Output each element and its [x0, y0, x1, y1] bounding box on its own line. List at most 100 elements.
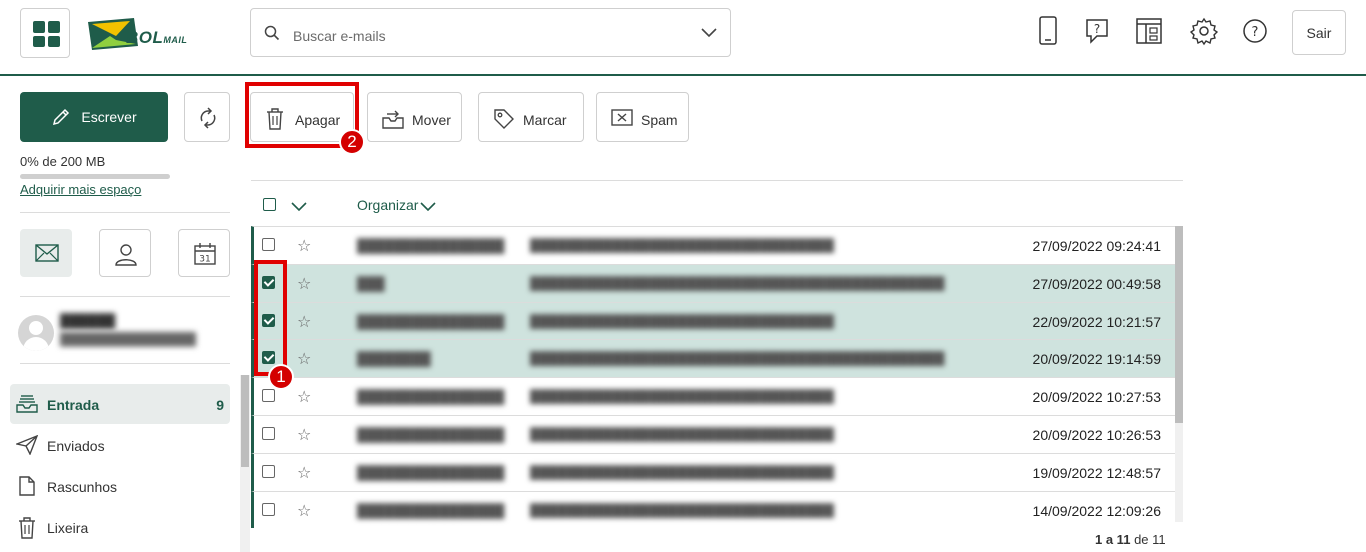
highlight-box-checkboxes — [254, 260, 287, 376]
storage-quota-text: 0% de 200 MB — [20, 154, 106, 169]
mobile-icon[interactable] — [1034, 16, 1062, 46]
row-checkbox[interactable] — [262, 238, 275, 251]
storage-quota-bar — [20, 174, 170, 179]
trash-icon — [19, 517, 35, 539]
star-icon[interactable]: ☆ — [297, 312, 311, 332]
message-sender: ████████████████ — [357, 502, 505, 518]
refresh-button[interactable] — [184, 92, 230, 142]
message-date: 19/09/2022 12:48:57 — [1032, 464, 1161, 481]
message-sender: ████████████████ — [357, 313, 505, 329]
row-checkbox[interactable] — [262, 502, 275, 516]
message-row[interactable]: ☆ ████████████████ █████████████████████… — [251, 490, 1175, 529]
row-checkbox[interactable] — [262, 464, 275, 478]
sidebar-scrollbar[interactable] — [240, 375, 250, 552]
message-sender: ███ — [357, 275, 385, 291]
folder-sent[interactable]: Enviados — [10, 425, 230, 465]
folder-label: Enviados — [47, 438, 105, 454]
message-row[interactable]: ☆ ████████████████ █████████████████████… — [251, 301, 1175, 340]
step-badge-1: 1 — [268, 364, 294, 390]
move-folder-icon — [382, 110, 404, 129]
divider — [20, 363, 230, 364]
message-list: ☆ ████████████████ █████████████████████… — [251, 226, 1175, 529]
star-icon[interactable]: ☆ — [297, 349, 311, 369]
calendar-app-button[interactable]: 31 — [178, 229, 230, 277]
message-sender: ████████ — [357, 351, 431, 367]
help-chat-icon[interactable]: ? — [1083, 16, 1111, 46]
contacts-app-button[interactable] — [99, 229, 151, 277]
question-icon[interactable]: ? — [1241, 16, 1269, 46]
sort-menu[interactable]: Organizar — [357, 197, 437, 213]
buy-space-link[interactable]: Adquirir mais espaço — [20, 182, 141, 197]
pagination: 1 a 11 de 11 — [1095, 532, 1166, 547]
pager-of: de — [1134, 532, 1149, 547]
tag-icon — [494, 109, 514, 129]
message-sender: ████████████████ — [357, 464, 505, 480]
star-icon[interactable]: ☆ — [297, 387, 311, 407]
calendar-day: 31 — [199, 255, 210, 265]
grid-icon — [33, 21, 60, 47]
gear-icon[interactable] — [1190, 16, 1218, 46]
message-subject: █████████████████████████████████ — [530, 426, 834, 442]
logo-text: BOLMAIL — [126, 28, 188, 47]
mail-app-button[interactable] — [20, 229, 72, 277]
star-icon[interactable]: ☆ — [297, 274, 311, 294]
star-icon[interactable]: ☆ — [297, 463, 311, 483]
send-icon — [16, 435, 38, 455]
message-date: 20/09/2022 19:14:59 — [1032, 351, 1161, 368]
message-row[interactable]: ☆ ████████████████ █████████████████████… — [251, 226, 1175, 264]
select-all-checkbox[interactable] — [263, 198, 276, 211]
row-checkbox[interactable] — [262, 389, 275, 403]
message-date: 22/09/2022 10:21:57 — [1032, 313, 1161, 330]
message-subject: █████████████████████████████████ — [530, 464, 834, 480]
star-icon[interactable]: ☆ — [297, 236, 311, 256]
account-email: ████████████████ — [60, 332, 197, 346]
message-row[interactable]: ☆ ███ ██████████████████████████████████… — [251, 263, 1175, 302]
message-date: 20/09/2022 10:27:53 — [1032, 389, 1161, 406]
spam-button[interactable]: Spam — [596, 92, 689, 142]
message-sender: ████████████████ — [357, 426, 505, 442]
list-divider — [251, 180, 1183, 181]
bol-mail-logo[interactable]: BOLMAIL — [86, 14, 210, 54]
mail-icon — [35, 244, 59, 262]
folder-label: Rascunhos — [47, 479, 118, 495]
account-name: ██████ — [60, 313, 116, 328]
move-button[interactable]: Mover — [367, 92, 462, 142]
svg-text:?: ? — [1094, 22, 1100, 36]
exit-button[interactable]: Sair — [1292, 10, 1346, 55]
message-date: 20/09/2022 10:26:53 — [1032, 426, 1161, 443]
message-row[interactable]: ☆ ████████████████ █████████████████████… — [251, 377, 1175, 415]
divider — [20, 296, 230, 297]
chevron-down-icon[interactable] — [291, 200, 307, 212]
layout-icon[interactable] — [1135, 16, 1163, 46]
avatar[interactable] — [18, 315, 54, 351]
apps-menu-button[interactable] — [20, 8, 70, 58]
row-checkbox[interactable] — [262, 426, 275, 440]
folder-inbox[interactable]: Entrada 9 — [10, 384, 230, 424]
star-icon[interactable]: ☆ — [297, 501, 311, 521]
search-icon — [264, 25, 280, 41]
message-row[interactable]: ☆ ████████████████ █████████████████████… — [251, 414, 1175, 453]
compose-button[interactable]: Escrever — [20, 92, 168, 142]
folder-trash[interactable]: Lixeira — [10, 507, 230, 547]
list-scrollbar[interactable] — [1175, 226, 1183, 522]
tag-button[interactable]: Marcar — [478, 92, 584, 142]
chevron-down-icon[interactable] — [700, 24, 718, 42]
search-input[interactable]: Buscar e-mails — [250, 8, 731, 57]
folder-drafts[interactable]: Rascunhos — [10, 466, 230, 506]
message-row[interactable]: ☆ ████████ █████████████████████████████… — [251, 339, 1175, 378]
message-subject: ████████████████████████████████████████… — [530, 275, 945, 291]
message-row[interactable]: ☆ ████████████████ █████████████████████… — [251, 452, 1175, 491]
search-placeholder: Buscar e-mails — [293, 28, 386, 44]
message-date: 27/09/2022 09:24:41 — [1032, 238, 1161, 254]
draft-icon — [19, 476, 35, 496]
message-subject: █████████████████████████████████ — [530, 502, 834, 518]
message-sender: ████████████████ — [357, 238, 505, 253]
star-icon[interactable]: ☆ — [297, 425, 311, 445]
refresh-icon — [200, 107, 216, 129]
message-subject: █████████████████████████████████ — [530, 389, 834, 405]
message-subject: ████████████████████████████████████████… — [530, 351, 945, 367]
unread-count: 9 — [216, 397, 224, 413]
spam-icon — [611, 109, 633, 126]
pager-range: 1 a 11 — [1095, 532, 1131, 547]
inbox-icon — [16, 395, 38, 413]
